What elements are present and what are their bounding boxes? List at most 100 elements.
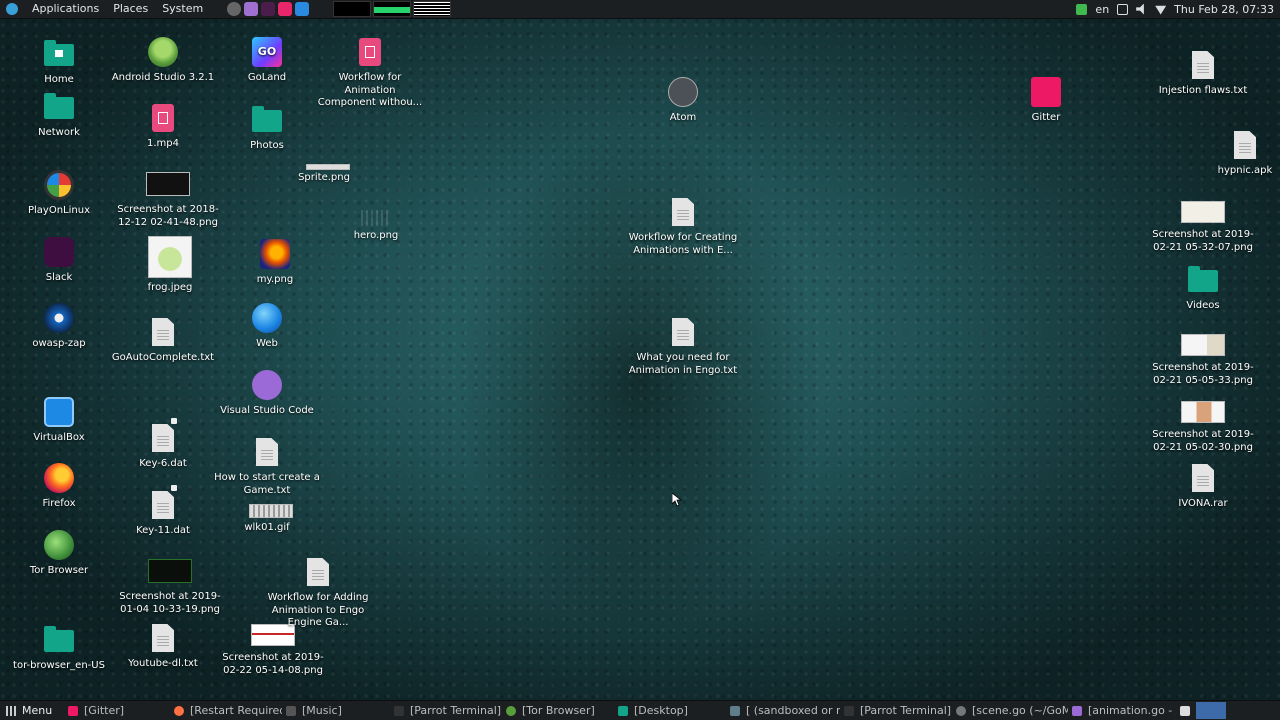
- places-menu[interactable]: Places: [113, 0, 148, 18]
- desktop-icon-how-to-start-create-a-game-txt[interactable]: How to start create a Game.txt: [212, 434, 322, 497]
- app-icon: [730, 705, 740, 716]
- desktop-icon-screenshot-2019-02-21-05-32[interactable]: Screenshot at 2019-02-21 05-32-07.png: [1148, 197, 1258, 254]
- desktop-icon-videos[interactable]: Videos: [1148, 262, 1258, 313]
- desktop-icon-screenshot-2019-01-04[interactable]: Screenshot at 2019-01-04 10-33-19.png: [115, 553, 225, 616]
- desktop-icon-network[interactable]: Network: [4, 89, 114, 140]
- system-menu[interactable]: System: [162, 0, 203, 18]
- videos-folder-icon: [1188, 266, 1218, 292]
- desktop-icon-slack[interactable]: Slack: [4, 234, 114, 285]
- image-thumbnail-icon: [1181, 401, 1225, 423]
- vscode-blue-launcher-icon[interactable]: [295, 2, 310, 16]
- archive-file-icon: [1192, 464, 1214, 492]
- desktop-icon-youtube-dl-txt[interactable]: Youtube-dl.txt: [108, 620, 218, 671]
- home-folder-icon: [44, 40, 74, 66]
- desktop-icon-tor-browser[interactable]: Tor Browser: [4, 527, 114, 578]
- memory-monitor[interactable]: [373, 1, 412, 17]
- show-desktop-icon[interactable]: [1180, 705, 1190, 716]
- desktop-icon-firefox[interactable]: Firefox: [4, 460, 114, 511]
- desktop-icon-virtualbox[interactable]: VirtualBox: [4, 394, 114, 445]
- package-file-icon: [1234, 131, 1256, 159]
- desktop-icon-hypnic-apk[interactable]: hypnic.apk: [1190, 127, 1280, 178]
- gitter-launcher-icon[interactable]: [278, 2, 293, 16]
- desktop-icon-visual-studio-code[interactable]: Visual Studio Code: [212, 367, 322, 418]
- terminal-launcher-icon[interactable]: [227, 2, 242, 16]
- slack-icon: [44, 237, 74, 267]
- goland-icon: GO: [252, 37, 282, 67]
- clock[interactable]: Thu Feb 28, 07:33: [1174, 3, 1274, 16]
- taskbar-item-gitter[interactable]: [Gitter]: [64, 701, 170, 720]
- video-file-icon: [359, 38, 381, 66]
- desktop-icon-home[interactable]: Home: [4, 36, 114, 87]
- keyboard-layout[interactable]: en: [1095, 3, 1109, 16]
- taskbar-item-parrot-terminal[interactable]: [Parrot Terminal]: [390, 701, 502, 720]
- text-file-icon: [307, 558, 329, 586]
- desktop-icon-frog-jpeg[interactable]: frog.jpeg: [115, 234, 225, 295]
- image-thumbnail-icon: [361, 210, 391, 226]
- atom-icon: [668, 77, 698, 107]
- taskbar-item-sandboxed[interactable]: [ (sandboxed or ro...: [726, 701, 840, 720]
- workspace-switcher[interactable]: [1196, 702, 1226, 719]
- frog-thumbnail-icon: [148, 236, 192, 278]
- desktop-icon-gitter[interactable]: Gitter: [991, 74, 1101, 125]
- image-thumbnail-icon: [146, 172, 190, 196]
- update-icon[interactable]: [1076, 3, 1088, 15]
- desktop-icon-tor-browser-folder[interactable]: tor-browser_en-US: [4, 622, 114, 673]
- desktop-icon-owasp-zap[interactable]: owasp-zap: [4, 300, 114, 351]
- taskbar-item-tor-browser[interactable]: [Tor Browser]: [502, 701, 614, 720]
- parrot-logo-icon[interactable]: [6, 3, 18, 15]
- vscode-launcher-icon[interactable]: [244, 2, 259, 16]
- text-file-icon: [152, 318, 174, 346]
- playonlinux-icon: [44, 170, 74, 200]
- taskbar-item-desktop[interactable]: [Desktop]: [614, 701, 726, 720]
- network-monitor[interactable]: [413, 1, 452, 17]
- desktop-icon-workflow-animation-component[interactable]: Workflow for Animation Component withou.…: [315, 34, 425, 110]
- tor-browser-icon: [44, 530, 74, 560]
- taskbar-item-animation-go[interactable]: [animation.go - /h...: [1068, 701, 1176, 720]
- slack-launcher-icon[interactable]: [261, 2, 276, 16]
- menu-grid-icon: [6, 705, 16, 716]
- desktop-icon-what-you-need-for-animation[interactable]: What you need for Animation in Engo.txt: [628, 314, 738, 377]
- desktop-icon-web[interactable]: Web: [212, 300, 322, 351]
- desktop-icon-atom[interactable]: Atom: [628, 74, 738, 125]
- desktop-icon-screenshot-2019-02-22[interactable]: Screenshot at 2019-02-22 05-14-08.png: [218, 622, 328, 677]
- image-thumbnail-icon: [249, 504, 293, 518]
- display-icon[interactable]: [1117, 3, 1129, 15]
- desktop-icon-photos[interactable]: Photos: [212, 102, 322, 153]
- desktop-icon-ivona-rar[interactable]: IVONA.rar: [1148, 460, 1258, 511]
- desktop-icon-android-studio[interactable]: Android Studio 3.2.1: [108, 34, 218, 85]
- desktop-icon-goautocomplete-txt[interactable]: GoAutoComplete.txt: [108, 314, 218, 365]
- taskbar-item-music[interactable]: [Music]: [282, 701, 390, 720]
- desktop-icon-injestion-flaws-txt[interactable]: Injestion flaws.txt: [1148, 47, 1258, 98]
- applications-menu[interactable]: Applications: [32, 0, 99, 18]
- desktop-icon-goland[interactable]: GO GoLand: [212, 34, 322, 85]
- desktop-icon-key-11-dat[interactable]: Key-11.dat: [108, 485, 218, 538]
- desktop-icon-wlk01-gif[interactable]: wlk01.gif: [212, 500, 322, 535]
- desktop-icon-screenshot-2019-02-21-05-02[interactable]: Screenshot at 2019-02-21 05-02-30.png: [1148, 397, 1258, 454]
- owasp-zap-icon: [44, 303, 74, 333]
- desktop-icon-sprite-png[interactable]: Sprite.png: [269, 162, 379, 185]
- image-thumbnail-icon: [1181, 201, 1225, 223]
- desktop-icon-playonlinux[interactable]: PlayOnLinux: [4, 167, 114, 218]
- taskbar-menu-button[interactable]: Menu: [0, 704, 64, 717]
- lock-icon: [171, 485, 177, 491]
- taskbar-item-restart-required[interactable]: [Restart Required ...: [170, 701, 282, 720]
- desktop-icon-screenshot-2019-02-21-05-05[interactable]: Screenshot at 2019-02-21 05-05-33.png: [1148, 330, 1258, 387]
- terminal-icon: [844, 705, 854, 716]
- desktop-icon-1-mp4[interactable]: 1.mp4: [108, 100, 218, 151]
- desktop-icon-screenshot-2018-12-12[interactable]: Screenshot at 2018-12-12 02-41-48.png: [113, 166, 223, 229]
- wifi-icon[interactable]: [1155, 5, 1167, 15]
- desktop-icon-workflow-adding-animation[interactable]: Workflow for Adding Animation to Engo En…: [263, 554, 373, 630]
- cpu-monitor[interactable]: [333, 1, 372, 17]
- desktop-icon-key-6-dat[interactable]: Key-6.dat: [108, 418, 218, 471]
- taskbar-item-scene-go[interactable]: [scene.go (~/GoM...: [952, 701, 1068, 720]
- photos-folder-icon: [252, 106, 282, 132]
- desktop-icon-workflow-creating-animations[interactable]: Workflow for Creating Animations with E.…: [628, 194, 738, 257]
- lock-icon: [171, 418, 177, 424]
- volume-icon[interactable]: [1136, 3, 1144, 15]
- desktop-icon-my-png[interactable]: my.png: [220, 236, 330, 287]
- image-thumbnail-icon: [1181, 334, 1225, 356]
- gitter-icon: [68, 705, 78, 716]
- image-thumbnail-icon: [148, 559, 192, 583]
- desktop-icon-hero-png[interactable]: hero.png: [321, 208, 431, 243]
- taskbar-item-parrot-terminal-2[interactable]: [Parrot Terminal]: [840, 701, 952, 720]
